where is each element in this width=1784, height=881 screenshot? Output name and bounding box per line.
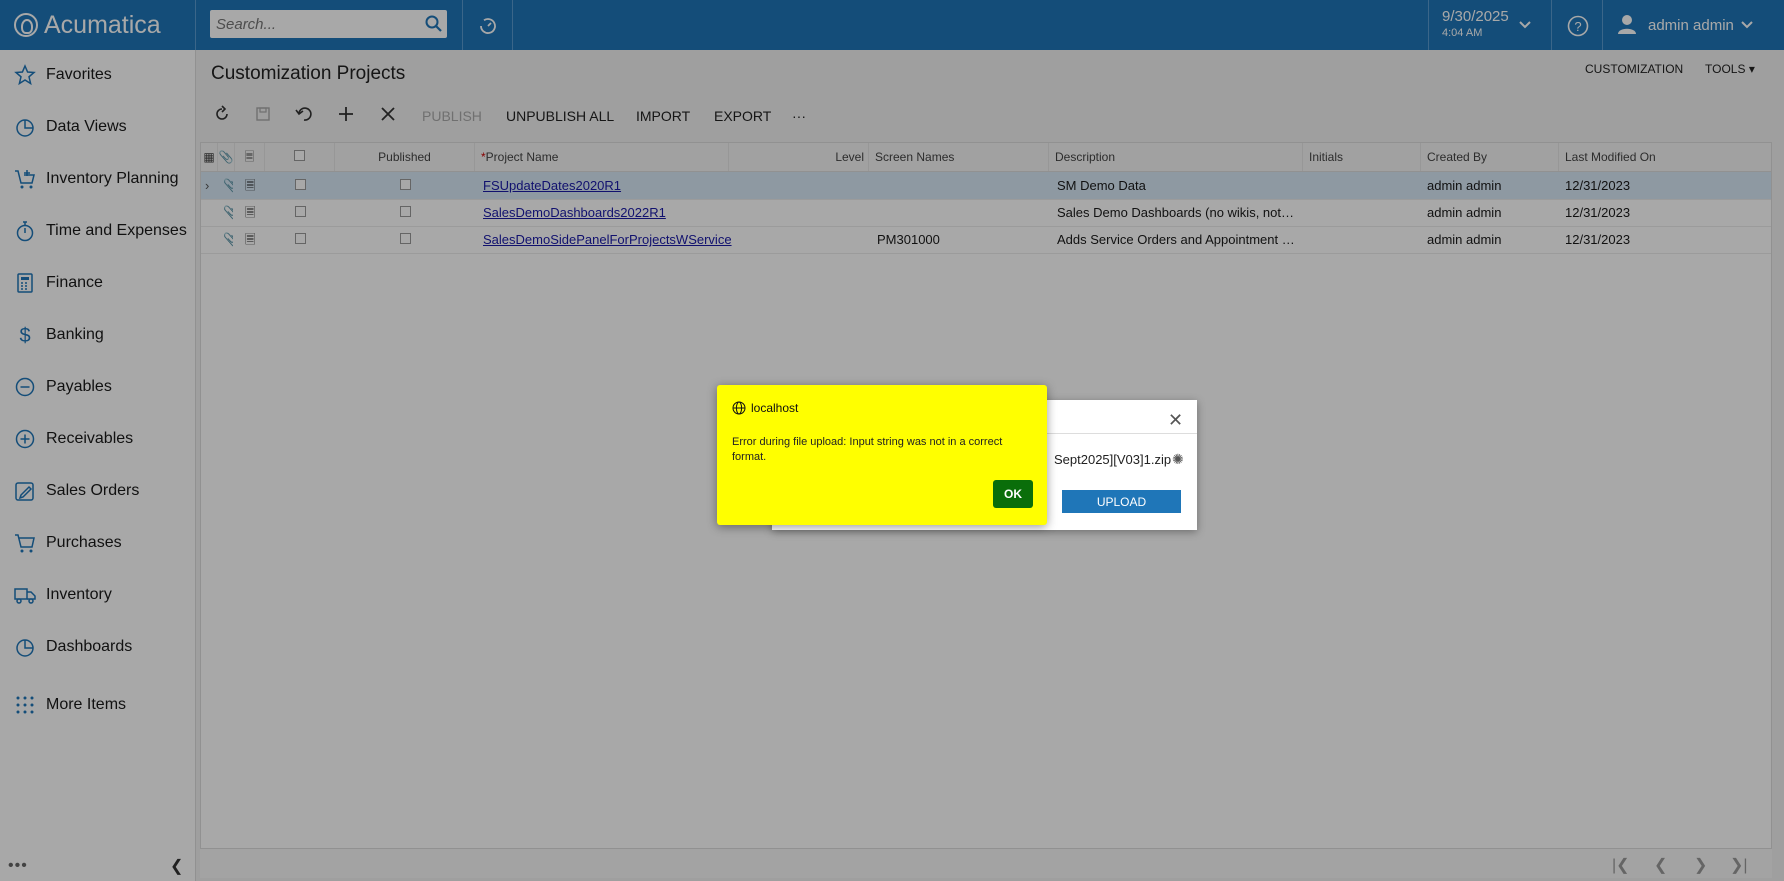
close-icon[interactable]: ✕ bbox=[1168, 410, 1183, 431]
upload-button[interactable]: UPLOAD bbox=[1062, 490, 1181, 513]
selected-file-name: Sept2025][V03]1.zip bbox=[1054, 452, 1172, 467]
alert-title: localhost bbox=[751, 401, 799, 415]
alert-message: Error during file upload: Input string w… bbox=[732, 436, 1003, 463]
ok-button[interactable]: OK bbox=[993, 480, 1033, 508]
loading-spinner-icon: ✺ bbox=[1172, 451, 1184, 467]
globe-icon bbox=[732, 401, 746, 415]
browser-alert-dialog: localhost Error during file upload: Inpu… bbox=[717, 385, 1047, 525]
